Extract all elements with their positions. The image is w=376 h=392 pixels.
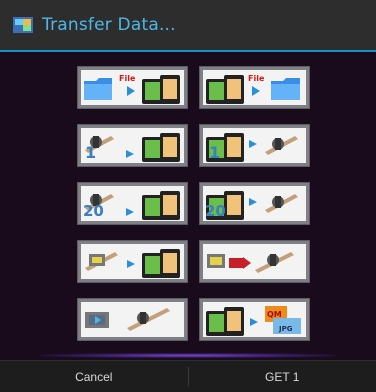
transfer-data-app-icon <box>13 17 33 33</box>
svg-text:JPG: JPG <box>278 325 293 333</box>
chip-caliper-to-device-icon <box>85 249 180 278</box>
cancel-button[interactable]: Cancel <box>0 361 188 392</box>
tile-caliper-20-to-device[interactable]: 20 <box>77 182 188 225</box>
svg-text:QM: QM <box>267 310 282 319</box>
folder-to-device-icon: File <box>84 74 180 104</box>
chip-to-caliper-icon <box>85 308 170 331</box>
svg-text:File: File <box>248 74 265 83</box>
tile-device-to-file[interactable]: File <box>199 66 310 109</box>
tile-chip-caliper-to-device[interactable] <box>77 240 188 283</box>
device-to-caliper-icon: 1 <box>206 133 298 162</box>
tile-device-1-to-caliper[interactable]: 1 <box>199 124 310 167</box>
get-1-button[interactable]: GET 1 <box>189 361 376 392</box>
tile-file-to-device[interactable]: File <box>77 66 188 109</box>
tile-device-to-qm-jpg[interactable]: QM JPG <box>199 298 310 341</box>
tile-chip-to-caliper[interactable] <box>77 298 188 341</box>
device-to-folder-icon: File <box>206 74 300 104</box>
svg-text:20: 20 <box>205 202 226 220</box>
tile-device-20-to-caliper[interactable]: 20 <box>199 182 310 225</box>
caliper-to-device-icon: 1 <box>85 133 180 162</box>
svg-text:1: 1 <box>209 143 220 162</box>
svg-text:File: File <box>119 74 136 83</box>
tile-chip-device-to-caliper[interactable] <box>199 240 310 283</box>
tile-caliper-1-to-device[interactable]: 1 <box>77 124 188 167</box>
caliper-20-to-device-icon: 20 <box>83 191 180 220</box>
dialog-button-bar: Cancel GET 1 <box>0 360 376 392</box>
transfer-options-area: File File 1 1 20 20 QM JPG <box>0 52 376 360</box>
dialog-titlebar: Transfer Data... <box>0 0 376 50</box>
svg-text:20: 20 <box>83 202 104 220</box>
svg-text:1: 1 <box>85 143 96 162</box>
scroll-glow-indicator <box>40 353 336 358</box>
chip-device-to-caliper-icon <box>207 252 294 273</box>
dialog-title: Transfer Data... <box>42 15 176 35</box>
device-to-image-icon: QM JPG <box>206 306 301 336</box>
device-20-to-caliper-icon: 20 <box>205 191 298 220</box>
